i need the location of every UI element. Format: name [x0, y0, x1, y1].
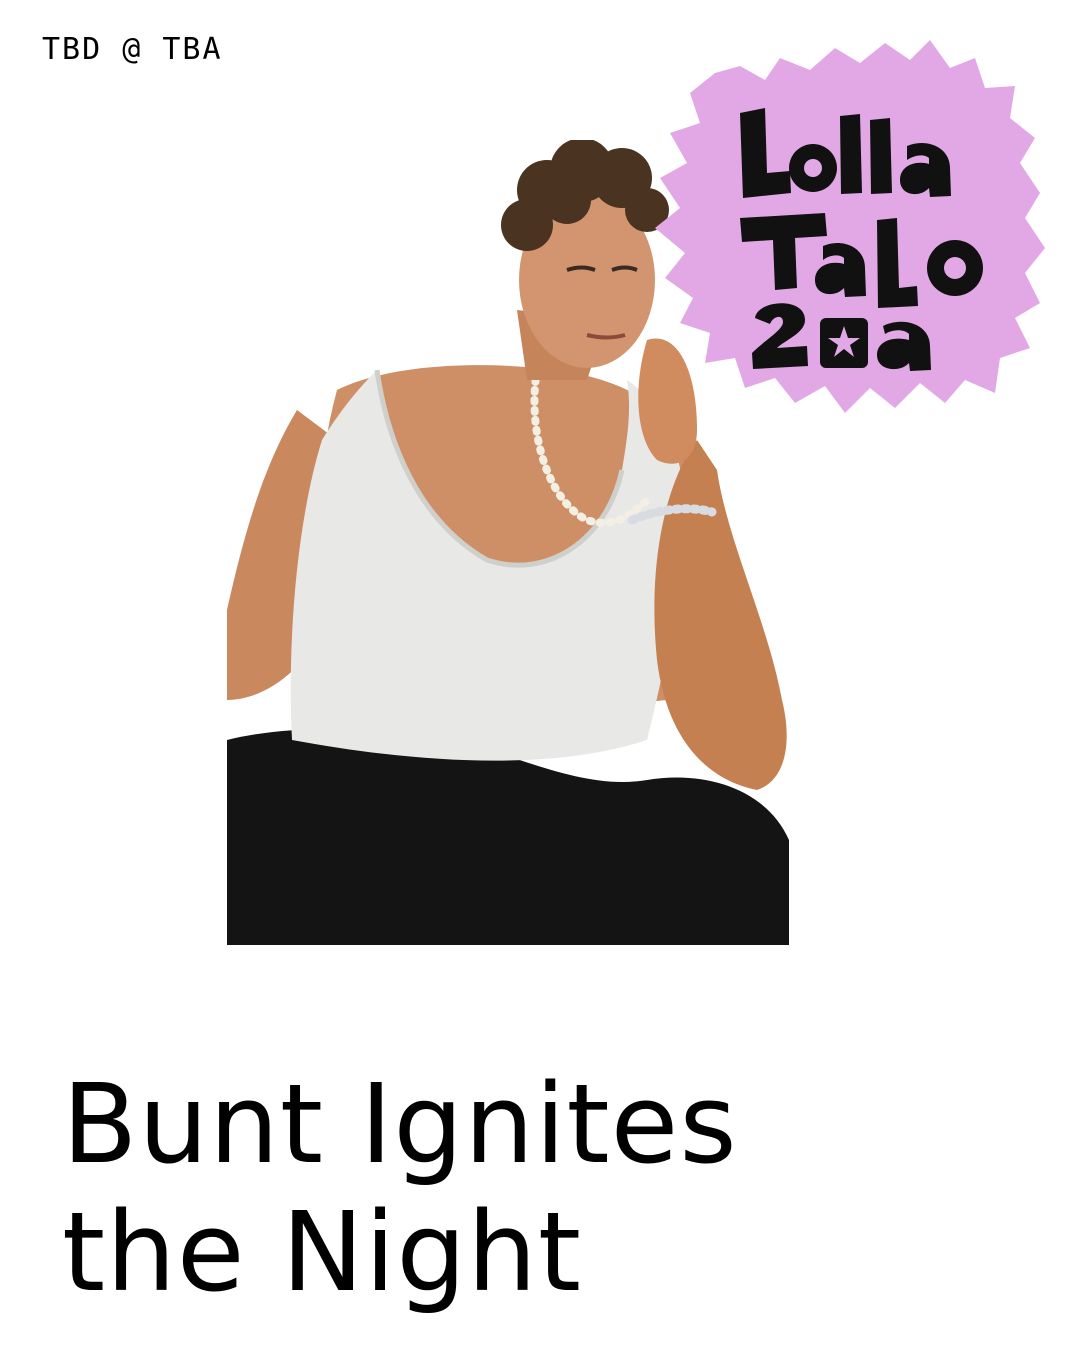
festival-badge	[655, 40, 1045, 413]
right-arm	[654, 440, 787, 790]
headline: Bunt Ignites the Night	[62, 1060, 1042, 1316]
poster: TBD @ TBA Bunt Ignites the Night	[0, 0, 1080, 1350]
headline-line-2: the Night	[62, 1188, 583, 1316]
event-line: TBD @ TBA	[42, 32, 223, 67]
headline-line-1: Bunt Ignites	[62, 1060, 738, 1188]
